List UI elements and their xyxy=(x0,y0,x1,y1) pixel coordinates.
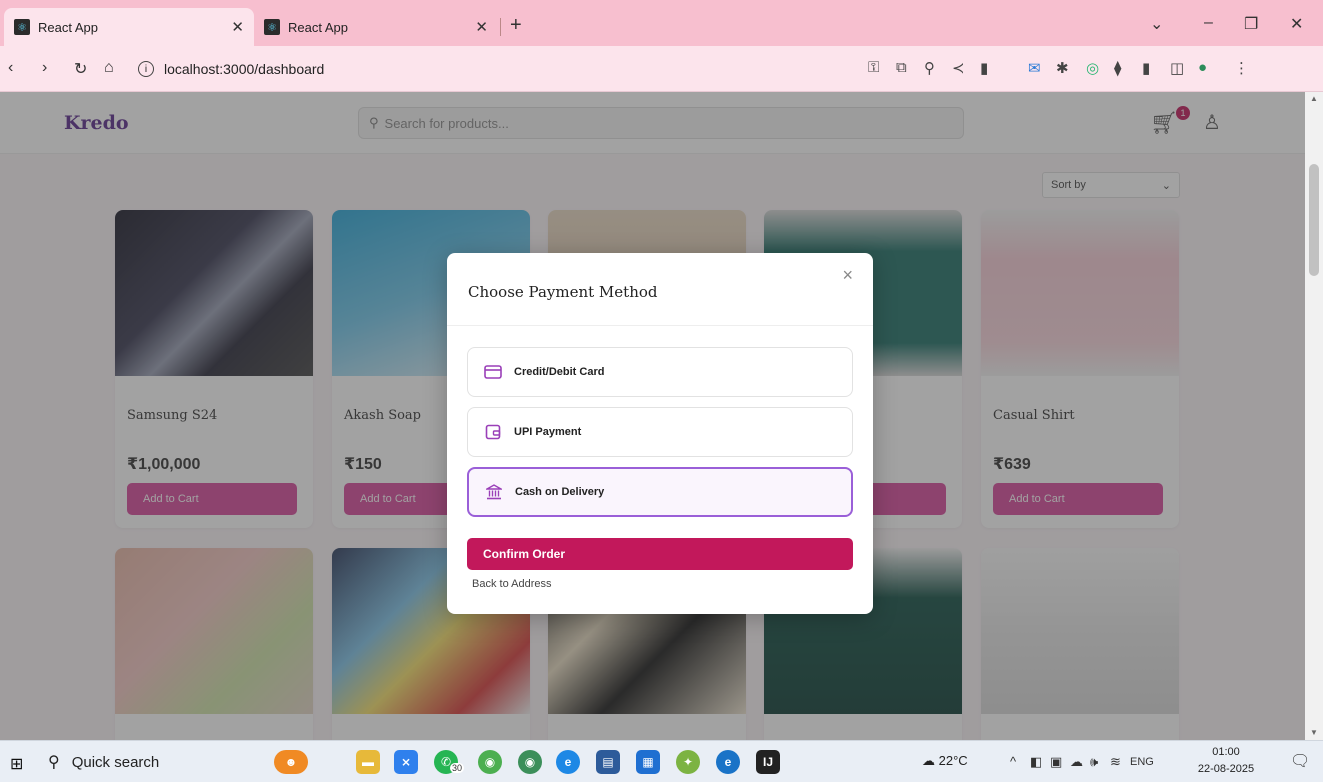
react-favicon-icon: ⚛ xyxy=(14,19,30,35)
modal-title: Choose Payment Method xyxy=(468,283,658,301)
tray-meet-icon[interactable]: ▣ xyxy=(1050,754,1062,770)
language-indicator[interactable]: ENG xyxy=(1130,756,1154,768)
tray-cloud-icon[interactable]: ☁ xyxy=(1070,754,1083,770)
payment-option-upi[interactable]: UPI Payment xyxy=(467,407,853,457)
whatsapp-count-badge: 30 xyxy=(450,763,465,773)
chrome-icon[interactable]: ◉ xyxy=(478,750,502,774)
tab-title: React App xyxy=(288,19,348,35)
minimize-button[interactable]: – xyxy=(1204,14,1213,32)
scroll-up-arrow-icon[interactable]: ▲ xyxy=(1310,94,1318,103)
weather-icon: ☁ xyxy=(922,753,935,768)
extension-circle-icon[interactable]: ◎ xyxy=(1086,59,1099,77)
taskbar-search-label: Quick search xyxy=(71,753,160,771)
weather-widget[interactable]: ☁ 22°C xyxy=(922,753,968,769)
address-bar[interactable]: i localhost:3000/dashboard xyxy=(138,54,828,84)
intellij-icon[interactable]: IJ xyxy=(756,750,780,774)
page-scrollbar[interactable]: ▲ ▼ xyxy=(1305,92,1323,740)
profile-avatar-icon[interactable]: ● xyxy=(1198,59,1207,76)
windows-start-icon[interactable]: ⊞ xyxy=(10,754,23,774)
volume-icon[interactable]: 🕪︎ xyxy=(1090,754,1098,770)
browser-toolbar: ‹ › ↻ ⌂ i localhost:3000/dashboard ⚿ ⧉ ⚲… xyxy=(0,46,1323,92)
tab-title: React App xyxy=(38,19,98,35)
store-icon[interactable]: ▦ xyxy=(636,750,660,774)
bookmark-icon[interactable]: ▮ xyxy=(980,59,988,77)
wifi-icon[interactable]: ≋ xyxy=(1110,754,1121,770)
widget-icon[interactable]: ☻ xyxy=(274,750,308,774)
address-url: localhost:3000/dashboard xyxy=(164,61,325,77)
site-info-icon[interactable]: i xyxy=(138,61,154,77)
reload-icon[interactable]: ↻ xyxy=(74,59,87,79)
payment-option-cod[interactable]: Cash on Delivery xyxy=(467,467,853,517)
modal-close-button[interactable]: × xyxy=(842,265,853,286)
close-icon[interactable]: ✕ xyxy=(231,18,244,36)
weather-temp: 22°C xyxy=(938,753,968,768)
reading-list-icon[interactable]: ▮ xyxy=(1142,59,1150,77)
browser-tab-strip: ⚛ React App ✕ ⚛ React App ✕ + ⌄ – ❐ ✕ xyxy=(0,0,1323,46)
taskbar-search[interactable]: ⚲ Quick search xyxy=(48,745,243,779)
edge-icon[interactable]: e xyxy=(556,750,580,774)
payment-option-label: Cash on Delivery xyxy=(515,486,605,498)
windows-taskbar: ⊞ ⚲ Quick search ☻ ▬ ⨯ ✆ 30 ◉ ◉ e ▤ ▦ ✦ … xyxy=(0,740,1323,782)
divider xyxy=(447,325,873,326)
file-explorer-icon[interactable]: ▬ xyxy=(356,750,380,774)
close-icon[interactable]: ✕ xyxy=(475,18,488,36)
chrome-profile-icon[interactable]: ◉ xyxy=(518,750,542,774)
payment-option-label: Credit/Debit Card xyxy=(514,366,605,378)
new-tab-button[interactable]: + xyxy=(510,14,522,37)
edge-dev-icon[interactable]: e xyxy=(716,750,740,774)
search-icon: ⚲ xyxy=(48,754,60,771)
key-icon[interactable]: ⚿ xyxy=(868,59,879,76)
tab-separator xyxy=(500,18,501,36)
notification-icon[interactable]: 🗨︎ xyxy=(1290,751,1310,771)
scrollbar-thumb[interactable] xyxy=(1309,164,1319,276)
install-app-icon[interactable]: ⧉ xyxy=(896,59,907,76)
extension-puzzle-icon[interactable]: ✱ xyxy=(1056,59,1069,77)
credit-card-icon xyxy=(484,363,502,381)
home-icon[interactable]: ⌂ xyxy=(104,59,114,77)
payment-method-modal: Choose Payment Method × Credit/Debit Car… xyxy=(447,253,873,614)
tray-app-icon[interactable]: ◧ xyxy=(1030,754,1042,770)
vscode-icon[interactable]: ⨯ xyxy=(394,750,418,774)
forward-arrow-icon[interactable]: › xyxy=(42,59,47,77)
extension-mail-icon[interactable]: ✉ xyxy=(1028,59,1041,77)
taskbar-clock[interactable]: 01:00 22-08-2025 xyxy=(1196,744,1256,778)
share-icon[interactable]: ≺ xyxy=(952,59,965,77)
extensions-icon[interactable]: ⧫ xyxy=(1114,59,1121,77)
android-studio-icon[interactable]: ✦ xyxy=(676,750,700,774)
browser-tab-1[interactable]: ⚛ React App ✕ xyxy=(4,8,254,46)
tray-chevron-up-icon[interactable]: ^ xyxy=(1010,754,1016,769)
clock-date: 22-08-2025 xyxy=(1197,763,1255,775)
confirm-order-button[interactable]: Confirm Order xyxy=(467,538,853,570)
app-tile-icon[interactable]: ▤ xyxy=(596,750,620,774)
react-favicon-icon: ⚛ xyxy=(264,19,280,35)
bank-icon xyxy=(485,483,503,501)
browser-tab-2[interactable]: ⚛ React App ✕ xyxy=(254,8,498,46)
more-menu-icon[interactable]: ⋮ xyxy=(1234,59,1249,77)
scroll-down-arrow-icon[interactable]: ▼ xyxy=(1310,728,1318,737)
side-panel-icon[interactable]: ◫ xyxy=(1170,59,1184,77)
tab-search-chevron-icon[interactable]: ⌄ xyxy=(1150,14,1163,34)
restore-button[interactable]: ❐ xyxy=(1244,14,1258,34)
payment-option-card[interactable]: Credit/Debit Card xyxy=(467,347,853,397)
back-arrow-icon[interactable]: ‹ xyxy=(8,59,13,77)
zoom-icon[interactable]: ⚲ xyxy=(924,59,935,77)
window-close-button[interactable]: ✕ xyxy=(1290,14,1303,34)
back-to-address-link[interactable]: Back to Address xyxy=(472,578,552,590)
payment-option-label: UPI Payment xyxy=(514,426,582,438)
clock-time: 01:00 xyxy=(1212,746,1240,758)
wallet-icon xyxy=(484,423,502,441)
